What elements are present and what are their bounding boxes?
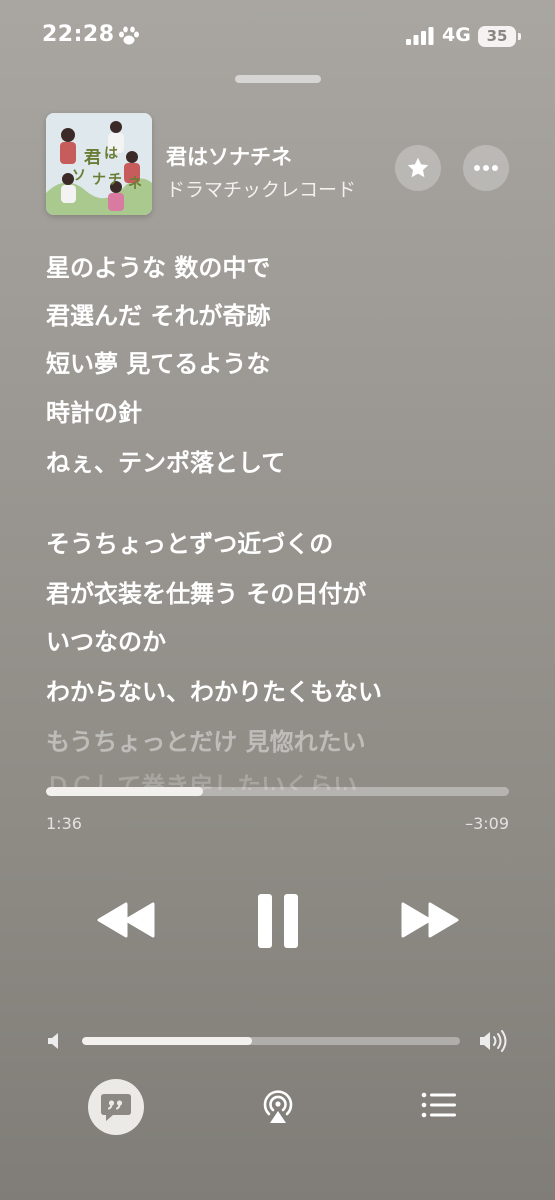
speaker-low-icon <box>48 1033 58 1049</box>
airplay-icon[interactable] <box>258 1087 298 1127</box>
lyric-line[interactable]: わからない、わかりたくもない <box>46 672 382 707</box>
lyric-line[interactable]: もうちょっとだけ 見惚れたい <box>46 722 366 757</box>
lyric-line[interactable]: そうちょっとずつ近づくの <box>46 524 333 559</box>
lyrics-quote-icon <box>101 1094 131 1121</box>
speaker-high-icon <box>480 1030 507 1052</box>
queue-list-icon[interactable] <box>420 1090 458 1120</box>
lyric-line[interactable]: 君が衣装を仕舞う その日付が <box>46 574 366 609</box>
lyrics-toggle-button[interactable] <box>88 1079 144 1135</box>
rewind-icon <box>97 902 155 938</box>
rewind-button[interactable] <box>94 895 158 945</box>
lyric-line[interactable]: 星のような 数の中で <box>46 248 270 283</box>
pause-button[interactable] <box>252 890 304 952</box>
volume-slider[interactable] <box>82 1037 460 1045</box>
lyric-line[interactable]: 君選んだ それが奇跡 <box>46 296 270 331</box>
playback-scrubber[interactable] <box>46 787 509 796</box>
fast-forward-button[interactable] <box>398 895 462 945</box>
elapsed-time: 1:36 <box>46 814 82 833</box>
playback-progress-fill <box>46 787 204 796</box>
lyric-line[interactable]: 時計の針 <box>46 393 142 428</box>
lyric-line[interactable]: いつなのか <box>46 622 166 657</box>
lyric-line[interactable]: ねぇ、テンポ落として <box>46 443 285 478</box>
remaining-time: –3:09 <box>465 814 509 833</box>
fast-forward-icon <box>401 902 459 938</box>
volume-fill <box>82 1037 253 1045</box>
lyric-line[interactable]: 短い夢 見てるような <box>46 344 270 379</box>
lyrics-viewport[interactable]: 星のような 数の中で 君選んだ それが奇跡 短い夢 見てるような 時計の針 ねぇ… <box>0 0 555 790</box>
pause-icon <box>258 894 298 948</box>
